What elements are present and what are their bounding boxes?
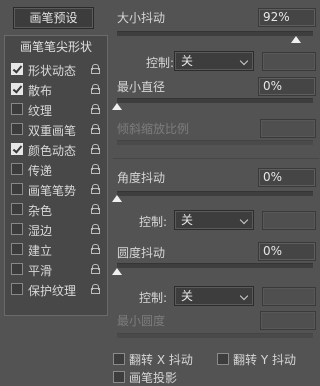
lock-icon[interactable] <box>91 64 100 74</box>
option-label: 散布 <box>28 84 53 98</box>
checkbox[interactable] <box>11 143 23 155</box>
roundness-jitter-label: 圆度抖动 <box>117 246 166 260</box>
roundness-control-dropdown[interactable]: 关 <box>174 286 254 306</box>
option-label: 传递 <box>28 164 53 178</box>
brush-presets-button[interactable]: 画笔预设 <box>13 7 94 29</box>
option-label: 杂色 <box>28 204 53 218</box>
flip-y-checkbox[interactable] <box>217 353 229 365</box>
lock-icon[interactable] <box>91 184 100 194</box>
angle-control-extra-field <box>262 211 316 230</box>
min-diameter-label: 最小直径 <box>117 80 166 94</box>
dropdown-value: 关 <box>181 54 194 68</box>
roundness-jitter-slider-thumb[interactable] <box>112 268 122 275</box>
option-texture[interactable]: 纹理 <box>5 100 107 120</box>
option-smoothing[interactable]: 平滑 <box>5 260 107 280</box>
option-label: 画笔笔势 <box>28 184 77 198</box>
option-label: 湿边 <box>28 224 53 238</box>
roundness-jitter-slider-track[interactable] <box>117 263 313 268</box>
min-diameter-value[interactable]: 0% <box>258 77 316 96</box>
option-shape-dynamics[interactable]: 形状动态 <box>5 60 107 80</box>
checkbox[interactable] <box>11 163 23 175</box>
size-jitter-slider-track[interactable] <box>117 31 313 36</box>
angle-jitter-slider-track[interactable] <box>117 191 313 196</box>
min-roundness-label: 最小圆度 <box>117 314 166 328</box>
checkbox[interactable] <box>11 203 23 215</box>
option-protect-texture[interactable]: 保护纹理 <box>5 280 107 300</box>
option-noise[interactable]: 杂色 <box>5 200 107 220</box>
option-transfer[interactable]: 传递 <box>5 160 107 180</box>
checkbox[interactable] <box>11 83 23 95</box>
tilt-scale-label: 倾斜缩放比例 <box>117 122 190 136</box>
checkbox[interactable] <box>11 263 23 275</box>
lock-icon[interactable] <box>91 104 100 114</box>
option-build-up[interactable]: 建立 <box>5 240 107 260</box>
chevron-down-icon <box>239 215 249 225</box>
brush-options-list: 画笔笔尖形状 形状动态 散布 纹理 双重画笔 颜色动态 传递 画笔笔势 杂色 湿… <box>4 35 108 316</box>
angle-jitter-value[interactable]: 0% <box>258 168 316 187</box>
chevron-down-icon <box>239 291 249 301</box>
checkbox[interactable] <box>11 123 23 135</box>
lock-icon[interactable] <box>91 264 100 274</box>
checkbox[interactable] <box>11 63 23 75</box>
lock-icon[interactable] <box>91 124 100 134</box>
option-scattering[interactable]: 散布 <box>5 80 107 100</box>
roundness-control-label: 控制: <box>139 291 168 305</box>
checkbox[interactable] <box>11 103 23 115</box>
checkbox[interactable] <box>11 283 23 295</box>
brush-projection-label: 画笔投影 <box>129 371 178 385</box>
tilt-scale-value <box>260 119 316 138</box>
option-label: 双重画笔 <box>28 124 77 138</box>
checkbox[interactable] <box>11 223 23 235</box>
size-jitter-value[interactable]: 92% <box>258 8 316 27</box>
size-control-extra-field <box>262 52 316 71</box>
option-label: 颜色动态 <box>28 144 77 158</box>
lock-icon[interactable] <box>91 284 100 294</box>
angle-jitter-label: 角度抖动 <box>117 171 166 185</box>
option-brush-pose[interactable]: 画笔笔势 <box>5 180 107 200</box>
angle-jitter-slider-thumb[interactable] <box>112 195 122 202</box>
min-diameter-slider-thumb[interactable] <box>112 103 122 110</box>
lock-icon[interactable] <box>91 204 100 214</box>
checkbox[interactable] <box>11 183 23 195</box>
option-label: 平滑 <box>28 264 53 278</box>
size-jitter-slider-thumb[interactable] <box>291 36 301 43</box>
lock-icon[interactable] <box>91 224 100 234</box>
option-label: 建立 <box>28 244 53 258</box>
size-jitter-label: 大小抖动 <box>117 11 166 25</box>
lock-icon[interactable] <box>91 144 100 154</box>
option-label: 形状动态 <box>28 64 77 78</box>
dropdown-value: 关 <box>181 213 194 227</box>
lock-icon[interactable] <box>91 244 100 254</box>
option-label: 纹理 <box>28 104 53 118</box>
size-control-dropdown[interactable]: 关 <box>174 51 254 71</box>
min-roundness-value <box>260 311 316 330</box>
brush-projection-checkbox[interactable] <box>113 371 125 383</box>
min-roundness-slider-track <box>117 333 313 338</box>
chevron-down-icon <box>239 56 249 66</box>
option-color-dynamics[interactable]: 颜色动态 <box>5 140 107 160</box>
size-control-label: 控制: <box>146 56 175 70</box>
flip-x-label: 翻转 X 抖动 <box>129 353 193 367</box>
angle-control-label: 控制: <box>139 215 168 229</box>
section-divider <box>113 158 319 159</box>
flip-y-label: 翻转 Y 抖动 <box>233 353 296 367</box>
brush-tip-shape-item[interactable]: 画笔笔尖形状 <box>9 38 103 56</box>
checkbox[interactable] <box>11 243 23 255</box>
option-dual-brush[interactable]: 双重画笔 <box>5 120 107 140</box>
lock-icon[interactable] <box>91 164 100 174</box>
tilt-scale-slider-track <box>117 140 313 145</box>
angle-control-dropdown[interactable]: 关 <box>174 210 254 230</box>
dropdown-value: 关 <box>181 289 194 303</box>
roundness-control-extra-field <box>262 287 316 306</box>
option-label: 保护纹理 <box>28 284 77 298</box>
option-wet-edges[interactable]: 湿边 <box>5 220 107 240</box>
min-diameter-slider-track[interactable] <box>117 98 313 103</box>
lock-icon[interactable] <box>91 84 100 94</box>
flip-x-checkbox[interactable] <box>113 353 125 365</box>
roundness-jitter-value[interactable]: 0% <box>258 242 316 261</box>
